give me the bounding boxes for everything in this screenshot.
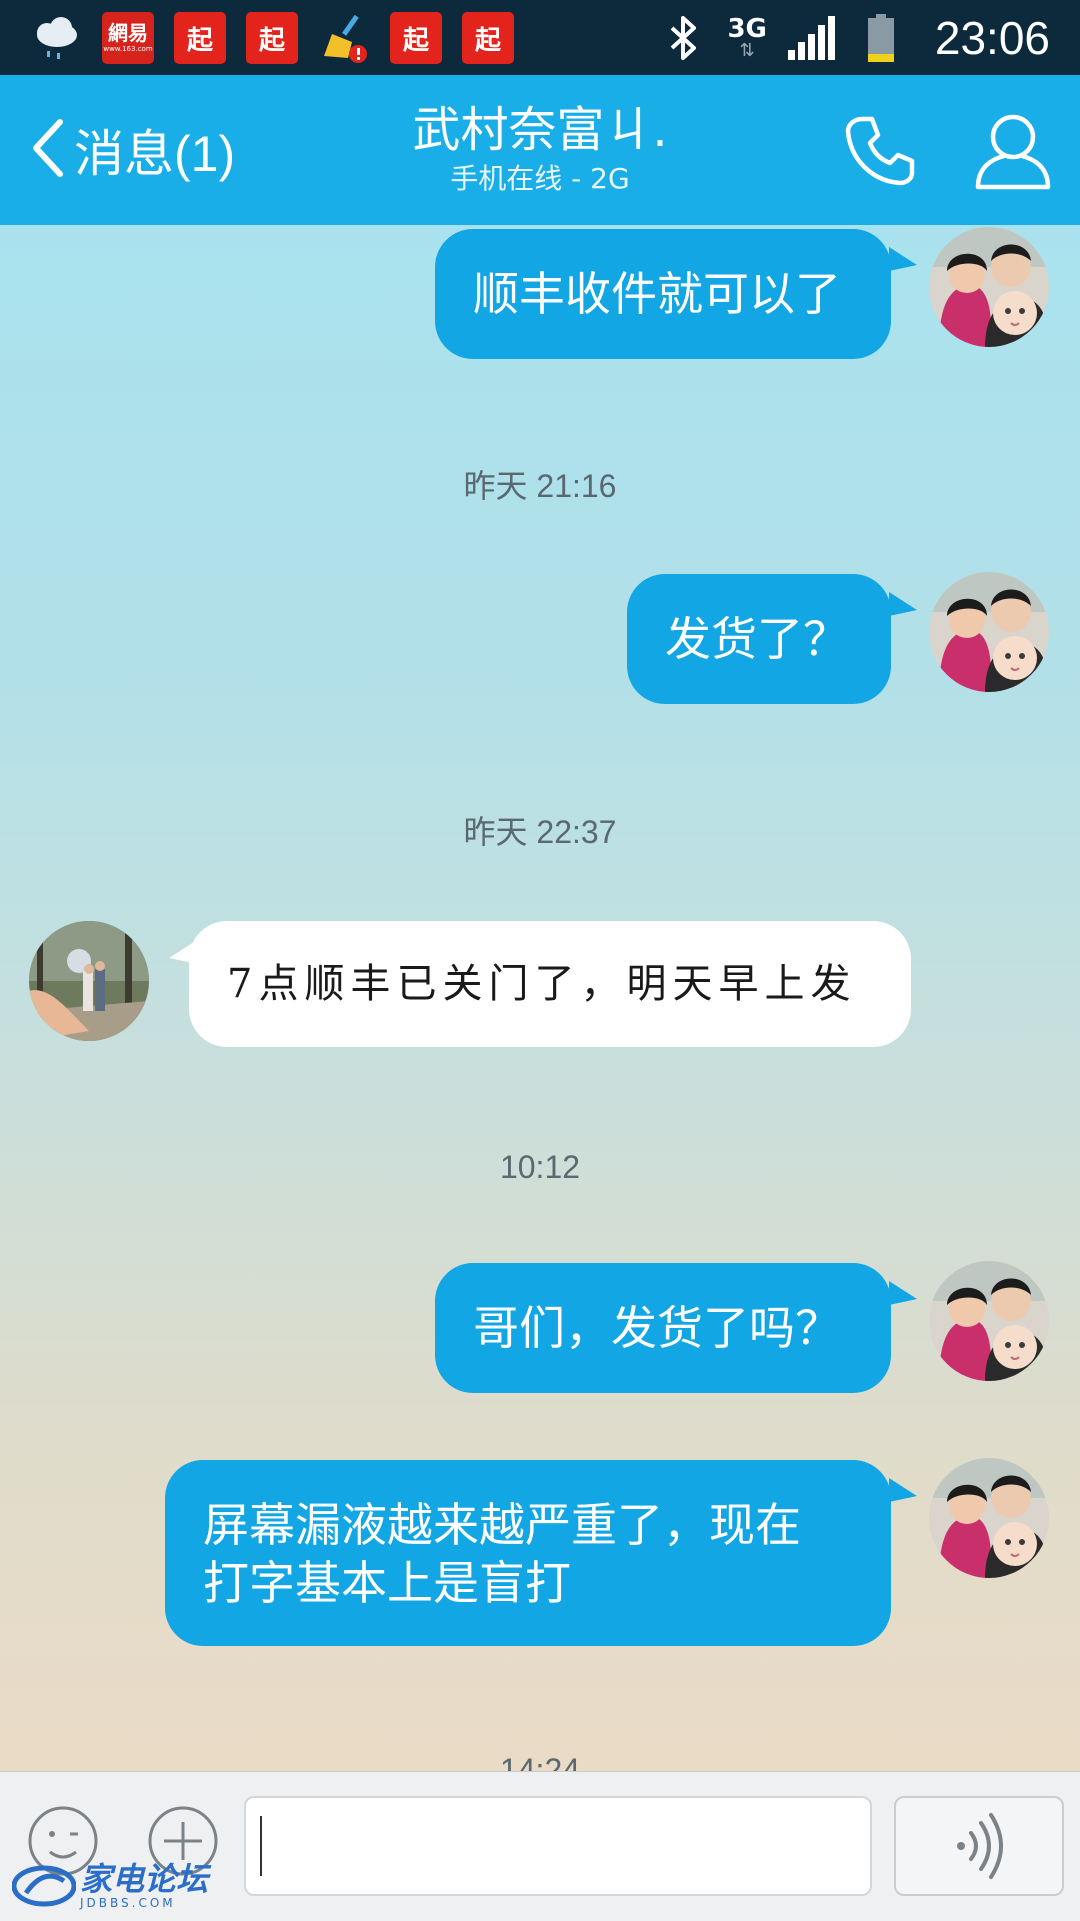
weather-rain-icon: [30, 12, 82, 64]
back-button[interactable]: 消息(1): [28, 115, 235, 185]
message-bubble-outgoing[interactable]: 哥们，发货了吗？: [435, 1263, 891, 1393]
bubble-tail: [889, 1478, 917, 1502]
message-bubble-outgoing[interactable]: 屏幕漏液越来越严重了，现在 打字基本上是盲打: [165, 1460, 891, 1646]
my-avatar[interactable]: [929, 1261, 1049, 1381]
battery-icon: [855, 12, 907, 64]
my-avatar[interactable]: [929, 572, 1049, 692]
message-timestamp: 10:12: [499, 1149, 581, 1185]
chevron-left-icon: [28, 116, 68, 184]
chat-title-block[interactable]: 武村奈富ㄐ. 手机在线 - 2G: [340, 101, 740, 197]
data-arrows-icon: ⇅: [739, 40, 755, 61]
message-bubble-outgoing[interactable]: 顺丰收件就可以了: [435, 229, 891, 359]
3g-data-icon: 3G ⇅: [727, 16, 766, 60]
message-list[interactable]: 顺丰收件就可以了 昨天 21:16 发货了？ 昨天 22:37 7点顺丰已关门了…: [0, 225, 1080, 1771]
bubble-tail: [889, 592, 917, 616]
my-avatar[interactable]: [929, 227, 1049, 347]
bubble-tail: [889, 1281, 917, 1305]
system-icons: 3G ⇅ 23:06: [657, 8, 1050, 68]
voice-button[interactable]: [894, 1796, 1064, 1896]
qidian-label: 起: [186, 25, 213, 56]
family-photo: [929, 1458, 1049, 1578]
my-avatar[interactable]: [929, 1458, 1049, 1578]
cleaner-app-icon: [318, 12, 370, 64]
family-photo: [929, 1261, 1049, 1381]
chat-header: 消息(1) 武村奈富ㄐ. 手机在线 - 2G: [0, 75, 1080, 225]
message-text: 哥们，发货了吗？: [473, 1301, 841, 1355]
status-bar: 網易 www.163.com 起 起 起 起 3G ⇅ 23:06: [0, 0, 1080, 75]
qidian-label: 起: [402, 25, 429, 56]
profile-button[interactable]: [972, 109, 1054, 191]
message-text-line: 打字基本上是盲打: [203, 1556, 571, 1610]
watermark-en: JDBBS.COM: [80, 1896, 176, 1910]
netease-app-icon: 網易 www.163.com: [102, 12, 154, 64]
notification-icons: 網易 www.163.com 起 起 起 起: [30, 12, 514, 64]
bubble-tail: [889, 247, 917, 271]
signal-icon: [785, 12, 837, 64]
contact-avatar[interactable]: [29, 921, 149, 1041]
watermark: 家电论坛 JDBBS.COM: [12, 1858, 208, 1914]
message-timestamp: 14:24: [499, 1752, 581, 1771]
chat-subtitle: 手机在线 - 2G: [450, 162, 630, 195]
family-photo: [929, 227, 1049, 347]
message-bubble-incoming[interactable]: 7点顺丰已关门了，明天早上发: [189, 921, 911, 1047]
back-label: 消息(1): [74, 126, 236, 182]
qidian-app-icon: 起: [462, 12, 514, 64]
clock: 23:06: [934, 12, 1050, 64]
message-text: 顺丰收件就可以了: [473, 267, 841, 321]
family-photo: [929, 572, 1049, 692]
qidian-app-icon: 起: [174, 12, 226, 64]
text-cursor: [260, 1816, 262, 1876]
couple-photo: [29, 921, 149, 1041]
qidian-label: 起: [258, 25, 285, 56]
qidian-app-icon: 起: [390, 12, 442, 64]
message-timestamp: 昨天 21:16: [463, 468, 617, 504]
call-button[interactable]: [840, 111, 920, 191]
message-input[interactable]: [244, 1796, 872, 1896]
watermark-cn: 家电论坛: [80, 1860, 209, 1898]
bluetooth-icon: [657, 12, 709, 64]
netease-sub: www.163.com: [103, 45, 153, 53]
phone-icon: [845, 116, 915, 186]
message-timestamp: 昨天 22:37: [463, 814, 617, 850]
network-type: 3G: [727, 14, 767, 44]
forum-logo-icon: [12, 1865, 76, 1907]
message-text-line: 屏幕漏液越来越严重了，现在: [203, 1498, 801, 1552]
message-text: 7点顺丰已关门了，明天早上发: [227, 961, 857, 1007]
qidian-label: 起: [474, 25, 501, 56]
message-bubble-outgoing[interactable]: 发货了？: [627, 574, 891, 704]
voice-icon: [957, 1813, 1003, 1879]
person-icon: [975, 114, 1051, 190]
qidian-app-icon: 起: [246, 12, 298, 64]
netease-label: 網易: [108, 21, 148, 45]
message-text: 发货了？: [665, 612, 849, 666]
chat-title: 武村奈富ㄐ.: [412, 102, 668, 158]
